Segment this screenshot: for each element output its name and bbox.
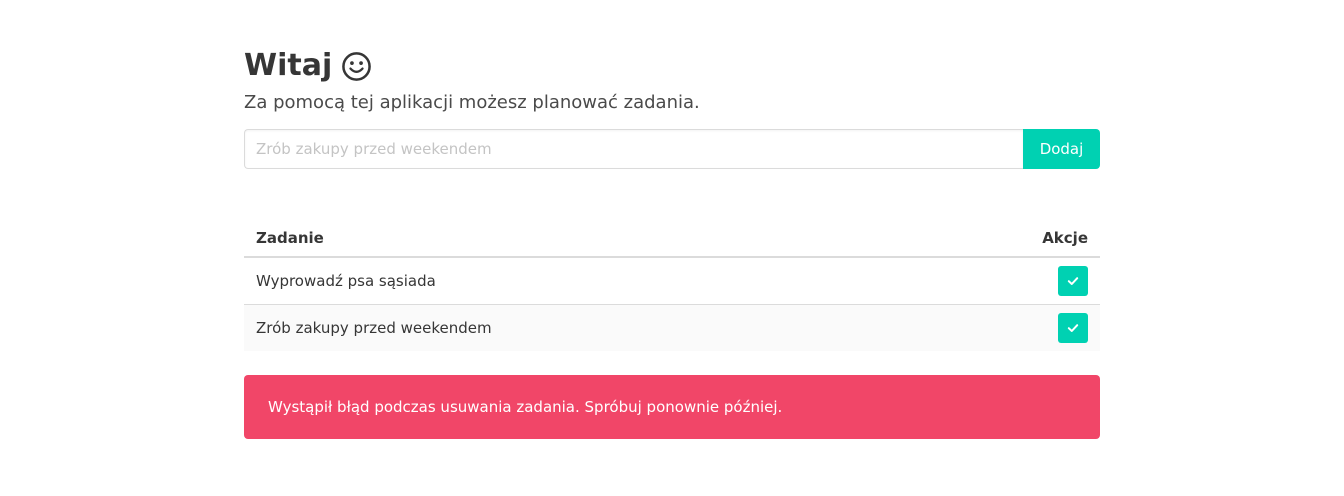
column-header-actions: Akcje (918, 219, 1100, 258)
table-row: Zrób zakupy przed weekendem (244, 304, 1100, 351)
add-button[interactable]: Dodaj (1023, 129, 1100, 169)
smile-icon (342, 51, 372, 81)
table-row: Wyprowadź psa sąsiada (244, 257, 1100, 305)
table-header-row: Zadanie Akcje (244, 219, 1100, 258)
task-input[interactable] (244, 129, 1023, 169)
tasks-table: Zadanie Akcje Wyprowadź psa sąsiada Zrób… (244, 219, 1100, 351)
error-message: Wystąpił błąd podczas usuwania zadania. … (268, 398, 783, 416)
task-name: Zrób zakupy przed weekendem (244, 304, 919, 351)
add-task-form: Dodaj (244, 129, 1100, 169)
page-title: Witaj (244, 48, 333, 83)
column-header-task: Zadanie (244, 219, 919, 258)
app-container: Witaj Za pomocą tej aplikacji możesz pla… (244, 40, 1100, 439)
check-icon (1067, 323, 1079, 332)
task-name: Wyprowadź psa sąsiada (244, 257, 919, 305)
check-icon (1067, 276, 1079, 285)
complete-task-button[interactable] (1058, 312, 1088, 343)
actions-cell (918, 304, 1100, 351)
page-subtitle: Za pomocą tej aplikacji możesz planować … (244, 92, 700, 113)
error-notification: Wystąpił błąd podczas usuwania zadania. … (244, 375, 1100, 439)
title-row: Witaj (244, 40, 1100, 92)
complete-task-button[interactable] (1058, 265, 1088, 296)
actions-cell (918, 257, 1100, 305)
